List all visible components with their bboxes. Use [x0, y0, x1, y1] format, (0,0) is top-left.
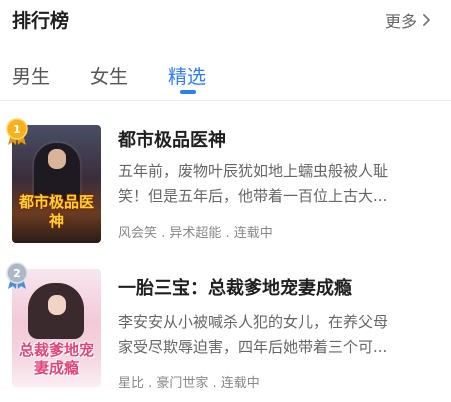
book-description-line: 笑！但是五年后，他带着一百位上古大...: [118, 187, 388, 205]
ranking-page: 排行榜 更多 男生 女生 精选 都市极品医神 1 都市极品医神 五年前，废物叶辰…: [0, 0, 451, 402]
tab-featured[interactable]: 精选: [168, 62, 206, 89]
tab-male[interactable]: 男生: [12, 62, 50, 89]
tab-female[interactable]: 女生: [90, 62, 128, 89]
header: 排行榜 更多: [0, 0, 451, 40]
book-item-1[interactable]: 都市极品医神 1 都市极品医神 五年前，废物叶辰犹如地上蠕虫般被人耻 笑！但是五…: [0, 118, 451, 248]
book-description: 五年前，废物叶辰犹如地上蠕虫般被人耻 笑！但是五年后，他带着一百位上古大...: [118, 159, 434, 209]
tab-bar: 男生 女生 精选: [0, 56, 451, 100]
book-title[interactable]: 都市极品医神: [118, 126, 226, 152]
rank-medal-icon: 1: [6, 118, 28, 145]
page-title: 排行榜: [12, 10, 70, 32]
book-description-line: 五年前，废物叶辰犹如地上蠕虫般被人耻: [118, 162, 389, 180]
book-description: 李安安从小被喊杀人犯的女儿，在养父母 家受尽欺辱迫害，四年后她带着三个可...: [118, 310, 434, 360]
more-link[interactable]: 更多: [385, 8, 431, 32]
cover-title-art: 都市极品医神: [18, 193, 94, 230]
book-description-line: 家受尽欺辱迫害，四年后她带着三个可...: [118, 338, 388, 356]
chevron-right-icon: [423, 14, 430, 26]
divider: [0, 100, 451, 101]
book-meta: 星比 . 豪门世家 . 连载中: [118, 376, 260, 391]
book-title[interactable]: 一胎三宝：总裁爹地宠妻成瘾: [118, 274, 352, 300]
cover-title-art: 总裁爹地宠妻成瘾: [18, 341, 94, 377]
book-description-line: 李安安从小被喊杀人犯的女儿，在养父母: [118, 313, 389, 331]
rank-number: 1: [13, 123, 21, 136]
rank-medal-icon: 2: [6, 262, 28, 289]
book-item-2[interactable]: 总裁爹地宠妻成瘾 2 一胎三宝：总裁爹地宠妻成瘾 李安安从小被喊杀人犯的女儿，在…: [0, 262, 451, 392]
book-meta: 风会笑 . 异术超能 . 连载中: [118, 226, 273, 241]
rank-number: 2: [13, 267, 21, 280]
cover-face: [48, 149, 66, 169]
more-label: 更多: [384, 12, 417, 31]
cover-face: [48, 295, 66, 315]
active-tab-indicator: [180, 90, 196, 94]
